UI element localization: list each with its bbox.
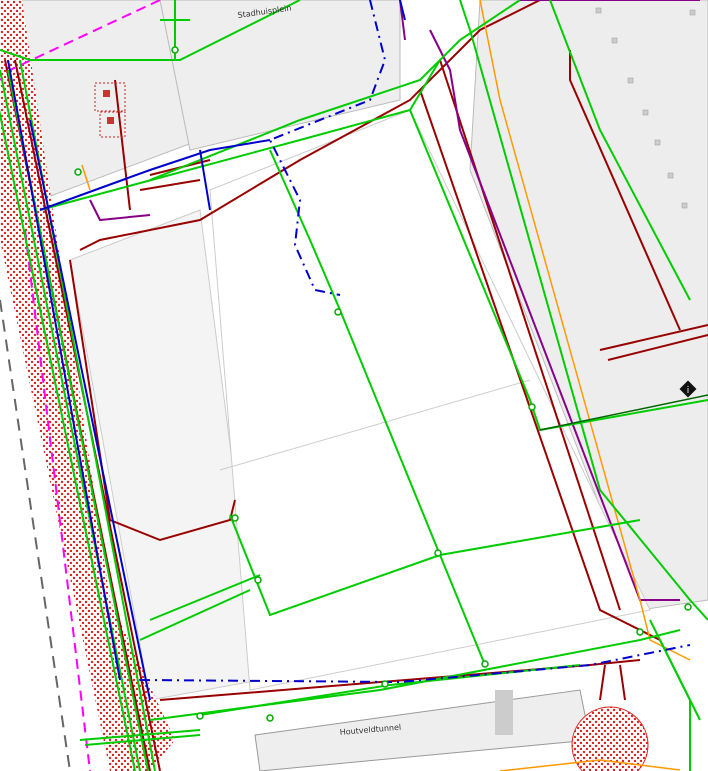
info-marker-label: i [687, 386, 690, 396]
tunnel-gap [495, 690, 513, 735]
utility-map[interactable]: Stadhuisplein Houtveldtunnel i [0, 0, 708, 771]
